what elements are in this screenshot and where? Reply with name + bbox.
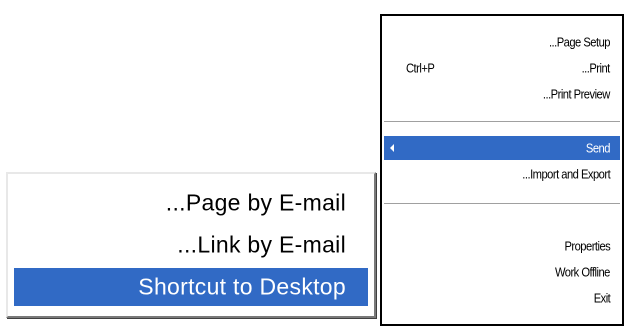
submenu-item-page-by-email[interactable]: ...Page by E-mail — [14, 184, 368, 222]
submenu-item-label: Shortcut to Desktop — [138, 273, 346, 300]
menu-item-print-preview[interactable]: ...Print Preview — [384, 82, 620, 106]
menu-item-exit[interactable]: Exit — [384, 286, 620, 310]
menu-item-label: ...Import and Export — [522, 166, 610, 182]
submenu-item-shortcut-to-desktop[interactable]: Shortcut to Desktop — [14, 268, 368, 306]
menu-item-label: ...Page Setup — [548, 34, 611, 50]
menu-item-label: Properties — [564, 238, 610, 254]
file-menu: ...Page Setup Ctrl+P ...Print ...Print P… — [380, 14, 624, 326]
menu-item-import-export[interactable]: ...Import and Export — [384, 162, 620, 186]
menu-item-work-offline[interactable]: Work Offline — [384, 260, 620, 284]
menu-item-print[interactable]: Ctrl+P ...Print — [384, 56, 620, 80]
menu-item-label: Exit — [593, 290, 610, 306]
menu-item-label: Work Offline — [555, 264, 610, 280]
submenu-item-label: ...Page by E-mail — [165, 189, 346, 216]
menu-item-label: ...Print Preview — [543, 86, 610, 102]
menu-item-properties[interactable]: Properties — [384, 234, 620, 258]
menu-item-label: Send — [585, 140, 611, 156]
menu-item-label: ...Print — [581, 60, 611, 76]
menu-item-shortcut: Ctrl+P — [406, 60, 435, 76]
menu-item-send[interactable]: Send — [384, 136, 620, 160]
submenu-item-label: ...Link by E-mail — [177, 231, 346, 258]
send-submenu: ...Page by E-mail ...Link by E-mail Shor… — [6, 172, 376, 318]
submenu-item-link-by-email[interactable]: ...Link by E-mail — [14, 226, 368, 264]
menu-separator — [384, 203, 620, 205]
menu-separator — [384, 121, 620, 123]
menu-item-page-setup[interactable]: ...Page Setup — [384, 30, 620, 54]
triangle-left-icon — [390, 144, 394, 152]
